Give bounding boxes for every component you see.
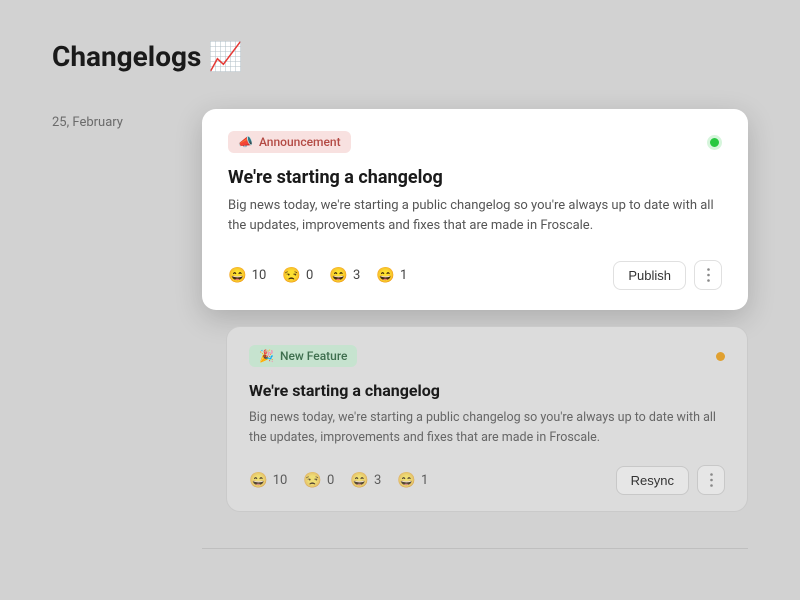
reaction[interactable]: 😄1 <box>376 266 407 284</box>
tag-label: Announcement <box>259 135 341 149</box>
page-title: Changelogs 📈 <box>52 40 748 73</box>
card-title: We're starting a changelog <box>228 167 722 188</box>
reactions-row: 😄10 😒0 😄3 😄1 <box>228 266 407 284</box>
reaction-count: 1 <box>421 473 428 488</box>
reaction-count: 10 <box>252 268 267 283</box>
changelog-card: 🎉 New Feature We're starting a changelog… <box>226 326 748 512</box>
tag-announcement: 📣 Announcement <box>228 131 351 153</box>
reaction-count: 3 <box>374 473 381 488</box>
sparkle-icon: 🎉 <box>259 349 274 363</box>
emoji-icon: 😄 <box>329 266 348 284</box>
publish-button[interactable]: Publish <box>613 261 686 290</box>
emoji-icon: 😄 <box>228 266 247 284</box>
more-vertical-icon <box>707 268 710 282</box>
divider <box>202 548 748 549</box>
reaction-count: 10 <box>273 473 288 488</box>
reaction[interactable]: 😄3 <box>329 266 360 284</box>
megaphone-icon: 📣 <box>238 135 253 149</box>
reaction[interactable]: 😒0 <box>303 471 334 489</box>
status-dot-icon <box>707 135 722 150</box>
emoji-icon: 😄 <box>350 471 369 489</box>
reactions-row: 😄10 😒0 😄3 😄1 <box>249 471 428 489</box>
reaction-count: 1 <box>400 268 407 283</box>
emoji-icon: 😒 <box>303 471 322 489</box>
card-body: Big news today, we're starting a public … <box>228 196 722 236</box>
tag-new-feature: 🎉 New Feature <box>249 345 357 367</box>
date-label: 25, February <box>52 109 182 130</box>
reaction[interactable]: 😄 10 <box>249 471 287 489</box>
more-button[interactable] <box>697 465 725 495</box>
reaction[interactable]: 😄1 <box>397 471 428 489</box>
card-body: Big news today, we're starting a public … <box>249 408 725 447</box>
emoji-icon: 😄 <box>397 471 416 489</box>
emoji-icon: 😄 <box>376 266 395 284</box>
changelog-card: 📣 Announcement We're starting a changelo… <box>202 109 748 310</box>
emoji-icon: 😒 <box>282 266 301 284</box>
reaction-count: 3 <box>353 268 360 283</box>
more-button[interactable] <box>694 260 722 290</box>
emoji-icon: 😄 <box>249 471 268 489</box>
tag-label: New Feature <box>280 349 347 363</box>
reaction-count: 0 <box>306 268 313 283</box>
reaction[interactable]: 😒0 <box>282 266 313 284</box>
status-dot-icon <box>716 352 725 361</box>
card-title: We're starting a changelog <box>249 381 725 400</box>
resync-button[interactable]: Resync <box>616 466 689 495</box>
reaction-count: 0 <box>327 473 334 488</box>
reaction[interactable]: 😄 10 <box>228 266 266 284</box>
more-vertical-icon <box>710 473 713 487</box>
reaction[interactable]: 😄3 <box>350 471 381 489</box>
